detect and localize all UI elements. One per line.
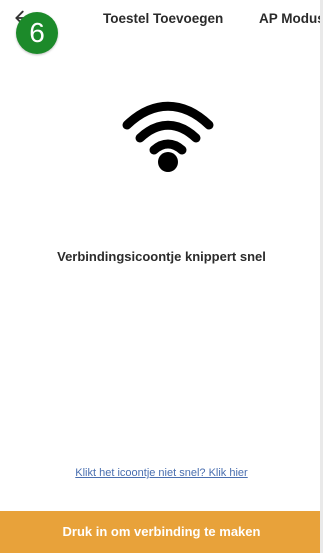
blinking-status-text: Verbindingsicoontje knippert snel xyxy=(57,249,266,264)
wifi-icon xyxy=(122,101,214,172)
app-screen: 6 Toestel Toevoegen AP Modus Verbindings… xyxy=(0,0,323,553)
connect-button[interactable]: Druk in om verbinding te maken xyxy=(0,511,323,553)
step-number-badge: 6 xyxy=(16,12,58,54)
top-app-bar: 6 Toestel Toevoegen AP Modus xyxy=(0,0,323,54)
page-title: Toestel Toevoegen xyxy=(103,11,224,26)
ap-mode-tab[interactable]: AP Modus xyxy=(259,11,323,26)
help-link[interactable]: Klikt het icoontje niet snel? Klik hier xyxy=(0,467,323,479)
